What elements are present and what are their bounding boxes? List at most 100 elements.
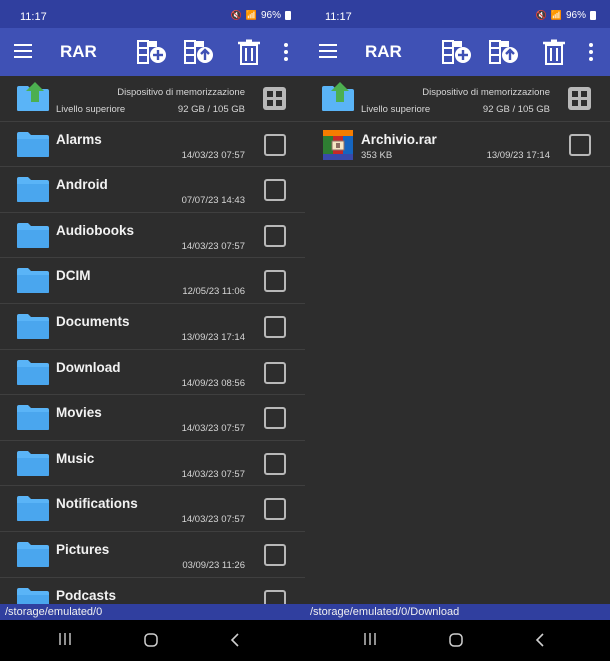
item-checkbox[interactable] bbox=[264, 361, 286, 384]
storage-size: 92 GB / 105 GB bbox=[177, 104, 245, 115]
recents-icon[interactable] bbox=[363, 632, 377, 646]
back-icon[interactable] bbox=[229, 632, 241, 648]
item-date: 12/05/23 11:06 bbox=[182, 286, 245, 298]
left-pane: 11:17 🔇 📶 96% RAR Dispositivo di memoriz… bbox=[0, 0, 305, 661]
app-toolbar: RAR bbox=[0, 28, 305, 76]
home-icon[interactable] bbox=[143, 632, 159, 648]
item-date: 14/03/23 07:57 bbox=[181, 240, 245, 252]
item-name: Android bbox=[56, 177, 108, 193]
extract-icon[interactable] bbox=[489, 39, 519, 65]
parent-folder-label: Livello superiore bbox=[361, 104, 431, 115]
item-checkbox[interactable] bbox=[264, 498, 286, 521]
mute-icon: 🔇 bbox=[230, 10, 242, 20]
app-title: RAR bbox=[365, 42, 402, 61]
add-to-archive-icon[interactable] bbox=[442, 39, 472, 65]
list-item[interactable]: Android 07/07/23 14:43 bbox=[0, 167, 305, 213]
system-nav-bar bbox=[0, 620, 305, 661]
menu-icon[interactable] bbox=[14, 44, 32, 58]
item-checkbox[interactable] bbox=[569, 133, 591, 156]
item-checkbox[interactable] bbox=[264, 407, 286, 430]
item-checkbox[interactable] bbox=[264, 452, 286, 475]
app-toolbar: RAR bbox=[305, 28, 610, 76]
item-date: 07/07/23 14:43 bbox=[181, 195, 245, 207]
delete-icon[interactable] bbox=[539, 39, 569, 65]
battery-percent: 96% bbox=[565, 10, 586, 21]
folder-icon bbox=[16, 221, 50, 249]
current-path: /storage/emulated/0 bbox=[0, 604, 305, 620]
item-checkbox[interactable] bbox=[264, 179, 286, 202]
item-name: Notifications bbox=[56, 496, 138, 512]
delete-icon[interactable] bbox=[234, 39, 264, 65]
folder-icon bbox=[16, 449, 50, 477]
recents-icon[interactable] bbox=[58, 632, 72, 646]
parent-folder-row[interactable]: Dispositivo di memorizzazione Livello su… bbox=[305, 76, 610, 122]
list-item[interactable]: Documents 13/09/23 17:14 bbox=[0, 304, 305, 350]
status-time: 11:17 bbox=[20, 11, 47, 23]
item-checkbox[interactable] bbox=[264, 270, 286, 293]
grid-view-icon[interactable] bbox=[263, 87, 286, 110]
status-icons: 🔇 📶 96% bbox=[536, 10, 596, 21]
item-name: Pictures bbox=[56, 541, 110, 557]
wifi-icon: 📶 bbox=[245, 10, 257, 20]
extract-icon[interactable] bbox=[184, 39, 214, 65]
item-name: Download bbox=[56, 359, 121, 375]
up-folder-icon bbox=[321, 82, 355, 112]
item-checkbox[interactable] bbox=[264, 315, 286, 338]
item-name: Audiobooks bbox=[56, 222, 134, 238]
list-item[interactable]: Music 14/03/23 07:57 bbox=[0, 441, 305, 487]
folder-icon bbox=[16, 266, 50, 294]
system-nav-bar bbox=[305, 620, 610, 661]
parent-folder-label: Livello superiore bbox=[56, 104, 126, 115]
item-checkbox[interactable] bbox=[264, 224, 286, 247]
item-name: Music bbox=[56, 450, 95, 466]
storage-size: 92 GB / 105 GB bbox=[482, 104, 550, 115]
home-icon[interactable] bbox=[448, 632, 464, 648]
item-checkbox[interactable] bbox=[264, 543, 286, 566]
add-to-archive-icon[interactable] bbox=[137, 39, 167, 65]
list-item[interactable]: Notifications 14/03/23 07:57 bbox=[0, 486, 305, 532]
item-date: 13/09/23 17:14 bbox=[181, 331, 245, 343]
folder-icon bbox=[16, 312, 50, 340]
battery-icon bbox=[285, 11, 291, 20]
item-date: 03/09/23 11:26 bbox=[182, 559, 245, 571]
current-path: /storage/emulated/0/Download bbox=[305, 604, 610, 620]
battery-percent: 96% bbox=[260, 10, 281, 21]
more-options-icon[interactable] bbox=[278, 39, 294, 65]
item-date: 14/09/23 08:56 bbox=[181, 377, 245, 389]
storage-label: Dispositivo di memorizzazione bbox=[117, 87, 245, 98]
item-date: 14/03/23 07:57 bbox=[181, 468, 245, 480]
list-item[interactable]: Movies 14/03/23 07:57 bbox=[0, 395, 305, 441]
back-icon[interactable] bbox=[534, 632, 546, 648]
folder-icon bbox=[16, 494, 50, 522]
file-list: Dispositivo di memorizzazione Livello su… bbox=[305, 76, 610, 168]
list-item[interactable]: Archivio.rar 353 KB 13/09/23 17:14 bbox=[305, 122, 610, 168]
item-name: Movies bbox=[56, 405, 102, 421]
list-item[interactable]: Download 14/09/23 08:56 bbox=[0, 350, 305, 396]
status-time: 11:17 bbox=[325, 11, 352, 23]
folder-icon bbox=[16, 540, 50, 568]
list-item[interactable]: Alarms 14/03/23 07:57 bbox=[0, 122, 305, 168]
folder-icon bbox=[16, 403, 50, 431]
up-folder-icon bbox=[16, 82, 50, 112]
item-date: 14/03/23 07:57 bbox=[181, 514, 245, 526]
battery-icon bbox=[590, 11, 596, 20]
file-list: Dispositivo di memorizzazione Livello su… bbox=[0, 76, 305, 624]
wifi-icon: 📶 bbox=[550, 10, 562, 20]
item-name: DCIM bbox=[56, 268, 91, 284]
item-date: 14/03/23 07:57 bbox=[181, 423, 245, 435]
storage-label: Dispositivo di memorizzazione bbox=[422, 87, 550, 98]
status-bar: 11:17 🔇 📶 96% bbox=[0, 0, 305, 28]
item-checkbox[interactable] bbox=[264, 133, 286, 156]
more-options-icon[interactable] bbox=[583, 39, 599, 65]
folder-icon bbox=[16, 175, 50, 203]
folder-icon bbox=[16, 130, 50, 158]
list-item[interactable]: Pictures 03/09/23 11:26 bbox=[0, 532, 305, 578]
list-item[interactable]: DCIM 12/05/23 11:06 bbox=[0, 258, 305, 304]
rar-archive-icon bbox=[321, 129, 355, 161]
menu-icon[interactable] bbox=[319, 44, 337, 58]
app-title: RAR bbox=[60, 42, 97, 61]
parent-folder-row[interactable]: Dispositivo di memorizzazione Livello su… bbox=[0, 76, 305, 122]
list-item[interactable]: Audiobooks 14/03/23 07:57 bbox=[0, 213, 305, 259]
grid-view-icon[interactable] bbox=[568, 87, 591, 110]
item-date: 13/09/23 17:14 bbox=[486, 149, 550, 161]
